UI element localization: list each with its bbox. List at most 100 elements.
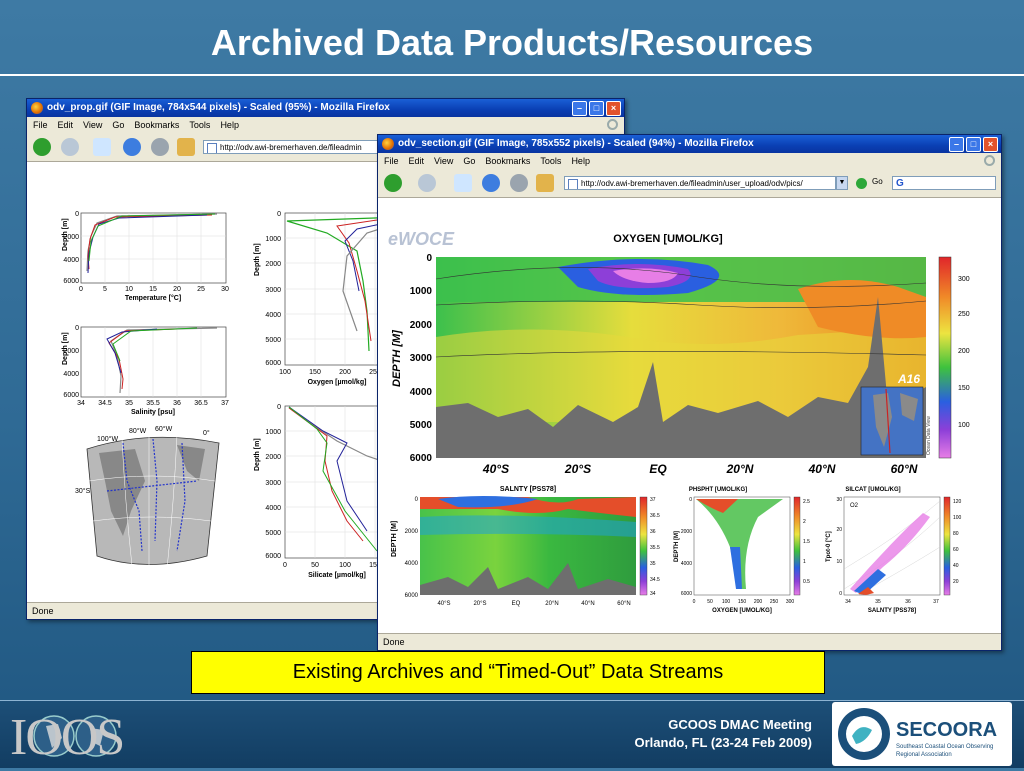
- menu-go[interactable]: Go: [112, 117, 124, 133]
- tick-label: 1000: [410, 286, 433, 297]
- throbber-icon: [607, 119, 618, 130]
- colorbar-label: 100: [958, 422, 970, 429]
- refresh-icon[interactable]: [482, 174, 500, 192]
- tick-label: 0: [693, 599, 696, 605]
- window-title: odv_section.gif (GIF Image, 785x552 pixe…: [398, 138, 754, 149]
- address-bar[interactable]: http://odv.awi-bremerhaven.de/fileadmin/…: [564, 176, 836, 190]
- tick-label: 6000: [265, 553, 281, 560]
- meeting-location: Orlando, FL (23-24 Feb 2009): [634, 735, 812, 750]
- stop-icon[interactable]: [151, 138, 169, 156]
- menu-file[interactable]: File: [33, 117, 48, 133]
- menu-bookmarks[interactable]: Bookmarks: [485, 153, 530, 169]
- map-lon-label: 60°W: [155, 425, 173, 433]
- back-arrow-icon[interactable]: [33, 138, 51, 156]
- tick-label: 0: [283, 562, 287, 569]
- refresh-icon[interactable]: [123, 138, 141, 156]
- colorbar-label: 37: [650, 497, 656, 503]
- menu-tools[interactable]: Tools: [540, 153, 561, 169]
- tick-label: 0: [277, 211, 281, 218]
- tick-label: 2000: [63, 234, 79, 241]
- search-box[interactable]: G: [892, 176, 996, 190]
- secoora-subtitle-2: Regional Association: [896, 752, 952, 758]
- colorbar-label: 35: [650, 561, 656, 567]
- ioos-logo: IOOS: [10, 709, 125, 764]
- forward-arrow-icon[interactable]: [61, 138, 79, 156]
- tick-label: 30: [836, 497, 842, 503]
- secoora-logo: SECOORA Southeast Coastal Ocean Observin…: [832, 702, 1012, 766]
- close-button[interactable]: ×: [606, 101, 621, 116]
- menu-file[interactable]: File: [384, 153, 399, 169]
- phs-ylabel: DEPTH [M]: [674, 531, 680, 562]
- menu-view[interactable]: View: [83, 117, 102, 133]
- main-chart-title: OXYGEN [UMOL/KG]: [613, 233, 723, 245]
- sil-chart-title: SILCAT [UMOL/KG]: [845, 487, 900, 493]
- tick-label: 4000: [265, 505, 281, 512]
- tick-label: 0: [79, 286, 83, 293]
- oxy-ylabel: Depth [m]: [254, 243, 261, 276]
- home-icon[interactable]: [177, 138, 195, 156]
- menu-go[interactable]: Go: [463, 153, 475, 169]
- maximize-button[interactable]: □: [966, 137, 981, 152]
- window-titlebar[interactable]: odv_section.gif (GIF Image, 785x552 pixe…: [378, 135, 1001, 153]
- firefox-icon: [31, 102, 43, 114]
- tick-label: 20°S: [564, 462, 591, 476]
- minimize-button[interactable]: –: [949, 137, 964, 152]
- menu-help[interactable]: Help: [220, 117, 239, 133]
- tick-label: 300: [786, 599, 795, 605]
- window-titlebar[interactable]: odv_prop.gif (GIF Image, 784x544 pixels)…: [27, 99, 624, 117]
- forward-arrow-icon[interactable]: [418, 174, 436, 192]
- tick-label: 150: [738, 599, 747, 605]
- tick-label: 50: [707, 599, 713, 605]
- back-arrow-icon[interactable]: [384, 174, 402, 192]
- tick-label: 20°N: [726, 462, 754, 476]
- colorbar-label: 0.5: [803, 579, 810, 585]
- home-icon[interactable]: [536, 174, 554, 192]
- colorbar-label: 80: [953, 531, 959, 537]
- reload-icon[interactable]: [454, 174, 472, 192]
- menu-tools[interactable]: Tools: [189, 117, 210, 133]
- meeting-name: GCOOS DMAC Meeting: [668, 717, 812, 732]
- tick-label: 20: [836, 527, 842, 533]
- tick-label: 5000: [265, 530, 281, 537]
- menu-bookmarks[interactable]: Bookmarks: [134, 117, 179, 133]
- go-icon[interactable]: [856, 178, 867, 189]
- window-title: odv_prop.gif (GIF Image, 784x544 pixels)…: [47, 102, 390, 113]
- main-ylabel: DEPTH [M]: [391, 330, 403, 387]
- temp-xlabel: Temperature [°C]: [125, 294, 181, 302]
- maximize-button[interactable]: □: [589, 101, 604, 116]
- reload-icon[interactable]: [93, 138, 111, 156]
- tick-label: 2000: [410, 320, 433, 331]
- tick-label: 5000: [410, 420, 433, 431]
- menu-edit[interactable]: Edit: [58, 117, 74, 133]
- title-divider: [0, 74, 1024, 76]
- menu-bar: File Edit View Go Bookmarks Tools Help: [27, 117, 624, 133]
- tick-label: 10: [125, 286, 133, 293]
- tick-label: 2000: [265, 261, 281, 268]
- tick-label: 20°N: [545, 601, 558, 607]
- colorbar-label: 2: [803, 519, 806, 525]
- page-icon: [568, 179, 578, 189]
- tick-label: 200: [754, 599, 763, 605]
- tick-label: 37: [933, 599, 939, 605]
- tick-label: 6000: [63, 278, 79, 285]
- tick-label: 3000: [265, 480, 281, 487]
- tick-label: 150: [309, 369, 321, 376]
- go-button[interactable]: Go: [872, 177, 883, 186]
- tick-label: 36: [173, 400, 181, 407]
- stop-icon[interactable]: [510, 174, 528, 192]
- menu-edit[interactable]: Edit: [409, 153, 425, 169]
- dropdown-arrow-icon[interactable]: ▼: [836, 176, 848, 190]
- browser-window-section[interactable]: odv_section.gif (GIF Image, 785x552 pixe…: [377, 134, 1002, 651]
- close-button[interactable]: ×: [983, 137, 998, 152]
- tick-label: 1000: [265, 429, 281, 436]
- tick-label: 50: [311, 562, 319, 569]
- menu-bar: File Edit View Go Bookmarks Tools Help: [378, 153, 1001, 169]
- address-bar[interactable]: http://odv.awi-bremerhaven.de/fileadmin: [203, 140, 383, 154]
- colorbar-label: 100: [953, 515, 962, 521]
- tick-label: 40°N: [581, 601, 594, 607]
- tick-label: 2000: [265, 454, 281, 461]
- menu-view[interactable]: View: [434, 153, 453, 169]
- minimize-button[interactable]: –: [572, 101, 587, 116]
- menu-help[interactable]: Help: [571, 153, 590, 169]
- sal-ylabel: DEPTH [M]: [391, 521, 398, 557]
